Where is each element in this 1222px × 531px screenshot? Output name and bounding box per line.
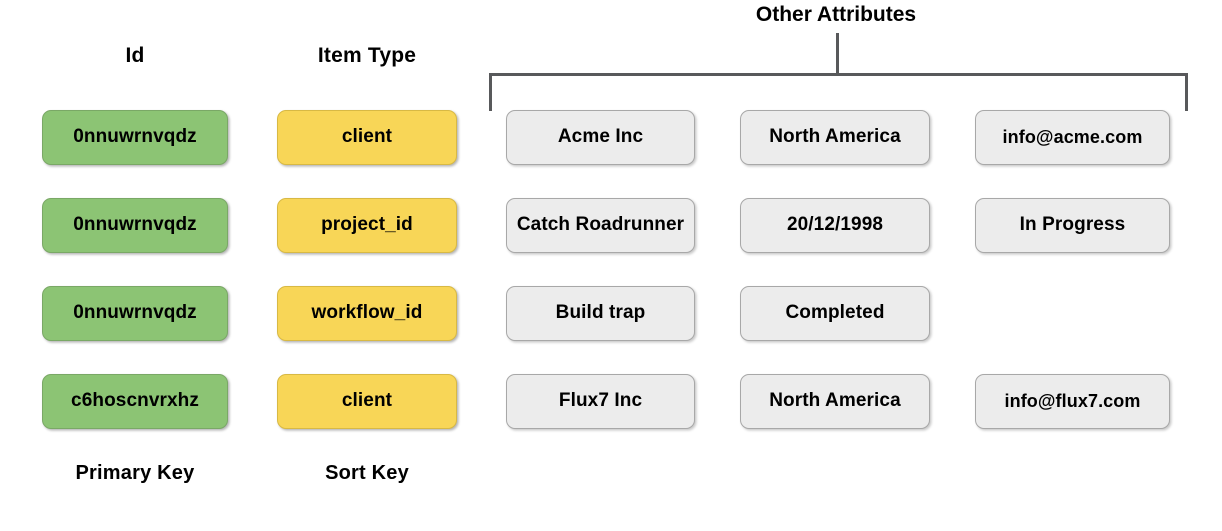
bracket-top-rail xyxy=(489,73,1188,76)
cell-sort-key: project_id xyxy=(277,198,457,253)
cell-primary-key: 0nnuwrnvqdz xyxy=(42,110,228,165)
bracket-right-arm xyxy=(1185,73,1188,111)
cell-attribute: Flux7 Inc xyxy=(506,374,695,429)
footer-label-primary-key: Primary Key xyxy=(75,462,195,484)
cell-sort-key: workflow_id xyxy=(277,286,457,341)
cell-attribute: info@acme.com xyxy=(975,110,1170,165)
cell-primary-key: 0nnuwrnvqdz xyxy=(42,286,228,341)
other-attributes-group-label: Other Attributes xyxy=(755,3,917,26)
cell-attribute: Completed xyxy=(740,286,930,341)
cell-sort-key: client xyxy=(277,110,457,165)
cell-primary-key: c6hoscnvrxhz xyxy=(42,374,228,429)
dynamodb-table-diagram: Id Item Type Other Attributes 0nnuwrnvqd… xyxy=(0,0,1222,531)
cell-attribute: In Progress xyxy=(975,198,1170,253)
cell-sort-key: client xyxy=(277,374,457,429)
bracket-stem xyxy=(836,33,839,75)
cell-attribute: North America xyxy=(740,374,930,429)
cell-primary-key: 0nnuwrnvqdz xyxy=(42,198,228,253)
cell-attribute: 20/12/1998 xyxy=(740,198,930,253)
footer-label-sort-key: Sort Key xyxy=(325,462,409,484)
column-header-item-type: Item Type xyxy=(317,44,417,67)
cell-attribute: Acme Inc xyxy=(506,110,695,165)
cell-attribute: Build trap xyxy=(506,286,695,341)
cell-attribute: North America xyxy=(740,110,930,165)
cell-attribute: info@flux7.com xyxy=(975,374,1170,429)
bracket-left-arm xyxy=(489,73,492,111)
column-header-id: Id xyxy=(125,44,145,67)
cell-attribute: Catch Roadrunner xyxy=(506,198,695,253)
